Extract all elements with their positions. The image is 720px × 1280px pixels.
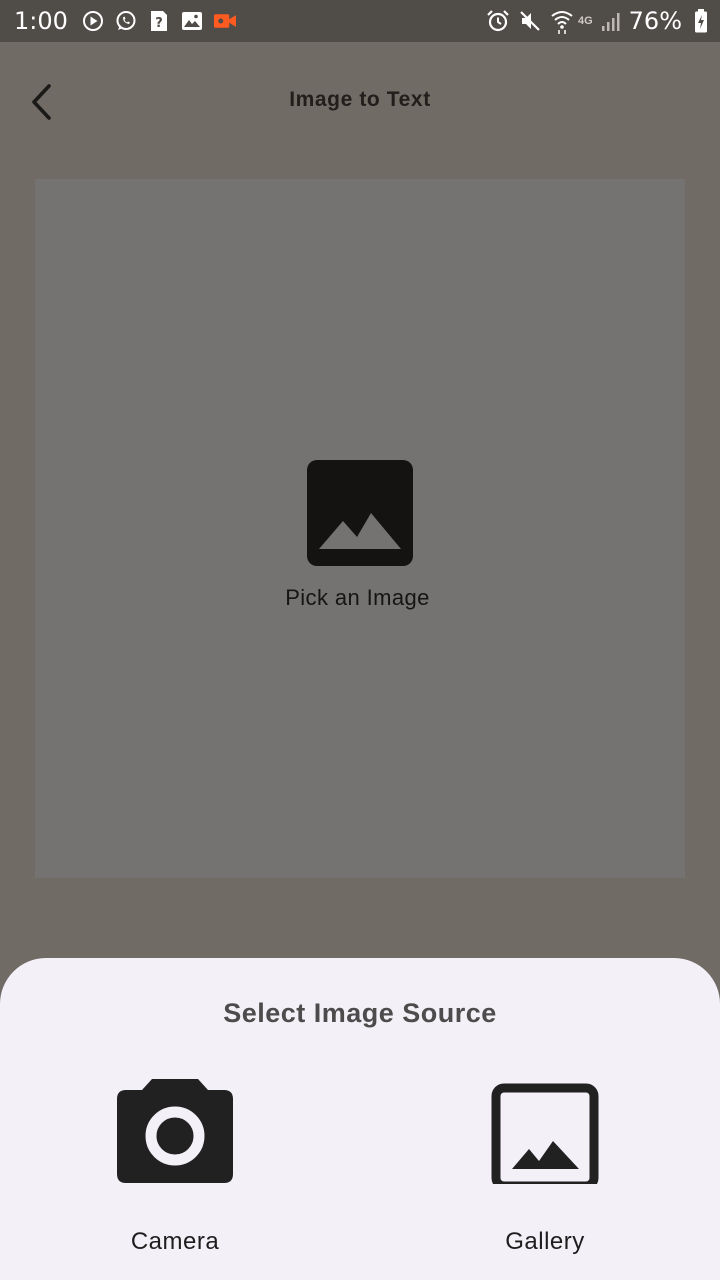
unknown-app-icon: ? [148,10,170,32]
video-recorder-icon [213,10,236,32]
camera-option[interactable]: Camera [75,1076,275,1255]
battery-percent: 76% [628,7,682,35]
camera-icon [117,1079,233,1183]
battery-charging-icon [694,9,708,33]
mute-icon [518,9,542,33]
image-picker-area[interactable]: Pick an Image [35,179,685,878]
status-time: 1:00 [14,7,68,35]
page-title: Image to Text [289,88,431,111]
whatsapp-icon [115,10,137,32]
wifi-icon [550,8,574,34]
network-type: 4G [577,15,593,27]
gallery-option[interactable]: Gallery [445,1076,645,1255]
pick-image-label: Pick an Image [285,585,430,610]
camera-label: Camera [130,1228,220,1255]
image-source-sheet: Select Image Source Camera Gallery [0,958,720,1280]
app-bar: Image to Text [0,42,720,162]
gallery-icon-wrap [445,1076,645,1196]
image-notification-icon [181,10,203,32]
alarm-icon [486,9,510,33]
gallery-icon [491,1083,599,1184]
gallery-label: Gallery [505,1228,585,1255]
status-bar: 1:00 ? 4G 76% [0,0,720,42]
image-icon [307,460,413,566]
sheet-title: Select Image Source [223,998,497,1028]
status-right: 4G 76% [478,0,708,42]
svg-text:?: ? [155,16,163,31]
signal-icon [601,10,623,32]
play-icon [82,10,104,32]
status-left: 1:00 ? [14,0,247,42]
camera-icon-wrap [75,1076,275,1196]
